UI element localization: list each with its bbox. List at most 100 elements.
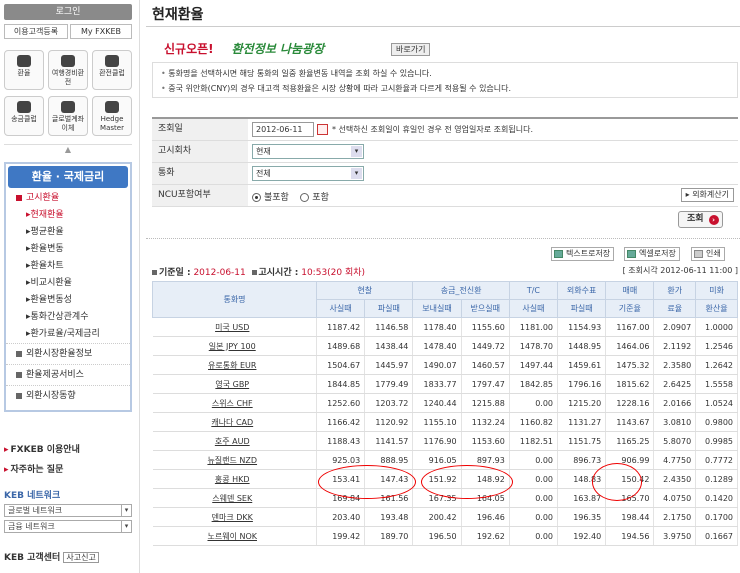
menu-item-rate-change[interactable]: ▸환율변동 xyxy=(6,241,130,258)
menu-label: 환율변동 xyxy=(30,244,64,254)
quick-club-button[interactable]: 환전클럽 xyxy=(92,50,132,90)
col-check: 외화수표 xyxy=(557,281,607,300)
remit-icon xyxy=(17,101,31,113)
mouse-icon xyxy=(105,101,119,113)
rate-cell: 1.5558 xyxy=(695,374,738,394)
menu-item-average-rate[interactable]: ▸평균환율 xyxy=(6,224,130,241)
col-currency: 통화명 xyxy=(152,281,317,318)
quick-remit-button[interactable]: 송금클럽 xyxy=(4,96,44,136)
rate-cell: 1252.60 xyxy=(316,393,366,413)
go-button[interactable]: 바로가기 xyxy=(391,43,431,56)
club-icon xyxy=(105,55,119,67)
menu-item-volatility[interactable]: ▸환율변동성 xyxy=(6,292,130,309)
sub-cash-buy: 사실때 xyxy=(315,299,366,318)
currency-link[interactable]: 유로통화 EUR xyxy=(152,355,317,375)
currency-link[interactable]: 스위스 CHF xyxy=(152,393,317,413)
table-row: 유로통화 EUR 1504.67 1445.97 1490.07 1460.57 1497… xyxy=(152,355,738,375)
rate-cell: 1842.85 xyxy=(509,374,559,394)
menu-item-correlation[interactable]: ▸통화간상관계수 xyxy=(6,309,130,326)
print-button[interactable]: 인쇄 xyxy=(691,247,725,261)
report-button[interactable]: 사고신고 xyxy=(63,552,99,563)
calc-label: 외화계산기 xyxy=(692,190,729,199)
currency-link[interactable]: 일본 JPY 100 xyxy=(152,336,317,356)
rate-cell: 1844.85 xyxy=(316,374,366,394)
rate-cell: 2.6425 xyxy=(653,374,697,394)
currency-link[interactable]: 미국 USD xyxy=(152,317,317,337)
menu-label: 고시환율 xyxy=(26,193,60,203)
collapse-toggle[interactable]: ▲ xyxy=(4,144,132,154)
calendar-icon[interactable] xyxy=(317,124,328,135)
notice-line: 통화명을 선택하시면 해당 통화의 일중 환율변동 내역을 조회 하실 수 있습… xyxy=(161,66,729,81)
quick-hedge-button[interactable]: Hedge Master xyxy=(92,96,132,136)
text-save-button[interactable]: 텍스트로저장 xyxy=(551,247,615,261)
currency-link[interactable]: 영국 GBP xyxy=(152,374,317,394)
rate-cell: 193.48 xyxy=(364,507,414,527)
currency-link[interactable]: 홍콩 HKD xyxy=(152,469,317,489)
currency-row: 통화 전체 ▾ xyxy=(152,163,738,185)
radio-label: 포함 xyxy=(312,193,329,203)
rate-cell: 1833.77 xyxy=(412,374,462,394)
finance-network-select[interactable]: 금융 네트워크 ▾ xyxy=(4,520,132,533)
menu-item-rate-service[interactable]: 환율제공서비스 xyxy=(6,364,130,385)
quick-transfer-button[interactable]: 글로벌계좌이체 xyxy=(48,96,88,136)
chevron-down-icon: ▾ xyxy=(351,146,362,157)
calculator-button[interactable]: ▸ 외화계산기 xyxy=(680,188,734,202)
login-button[interactable]: 로그인 xyxy=(4,4,132,20)
currency-link[interactable]: 뉴질랜드 NZD xyxy=(152,450,317,470)
excel-save-button[interactable]: 엑셀로저장 xyxy=(624,247,680,261)
sub-conv-rate: 료율 xyxy=(653,299,697,318)
currency-link[interactable]: 노르웨이 NOK xyxy=(152,526,317,546)
btn-label: 텍스트로저장 xyxy=(566,249,611,258)
radio-exclude[interactable] xyxy=(252,193,261,202)
highlight-circle xyxy=(318,465,416,499)
rate-cell: 0.00 xyxy=(509,469,559,489)
cs-label: KEB 고객센터 xyxy=(4,553,61,563)
menu-label: 외환시장동향 xyxy=(26,391,76,401)
sub-wire-recv: 받으실때 xyxy=(460,299,510,318)
col-tc: T/C xyxy=(508,281,559,300)
select-value: 금융 네트워크 xyxy=(8,522,55,531)
date-input[interactable]: 2012-06-11 xyxy=(252,122,314,137)
currency-select[interactable]: 전체 ▾ xyxy=(252,166,364,181)
excel-icon xyxy=(627,250,636,258)
currency-link[interactable]: 덴마크 DKK xyxy=(152,507,317,527)
sub-usd-rate: 환산율 xyxy=(695,299,738,318)
currency-link[interactable]: 캐나다 CAD xyxy=(152,412,317,432)
faq-link[interactable]: ▸ 자주하는 질문 xyxy=(4,462,63,475)
menu-item-compare[interactable]: ▸비교시환율 xyxy=(6,275,130,292)
base-date-label: 기준일 : xyxy=(159,268,191,278)
notice-line: 중국 위안화(CNY)의 경우 대고객 적용환율은 시장 상황에 따라 고시환율… xyxy=(161,81,729,96)
currency-link[interactable]: 스웨덴 SEK xyxy=(152,488,317,508)
banner[interactable]: 신규오픈! 환전정보 나눔광장 xyxy=(164,40,324,57)
quick-travel-button[interactable]: 여행경비환전 xyxy=(48,50,88,90)
currency-link[interactable]: 호주 AUD xyxy=(152,431,317,451)
global-network-select[interactable]: 글로벌 네트워크 ▾ xyxy=(4,504,132,517)
menu-item-market-trend[interactable]: 외환시장동향 xyxy=(6,385,130,406)
chevron-down-icon: ▾ xyxy=(121,521,131,532)
menu-item-rate-chart[interactable]: ▸환율차트 xyxy=(6,258,130,275)
round-select[interactable]: 현재 ▾ xyxy=(252,144,364,159)
rate-cell: 1475.32 xyxy=(605,355,655,375)
register-button[interactable]: 이용고객등록 xyxy=(4,24,68,39)
rate-cell: 1182.51 xyxy=(509,431,559,451)
cs-title: KEB 고객센터 사고신고 xyxy=(4,550,99,563)
rate-cell: 199.42 xyxy=(316,526,366,546)
rate-cell: 1188.43 xyxy=(316,431,366,451)
menu-item-notice-rate[interactable]: 고시환율 xyxy=(6,190,130,207)
query-button[interactable]: 조회 › xyxy=(678,211,723,228)
my-fxkeb-button[interactable]: My FXKEB xyxy=(70,24,132,39)
rate-cell: 1181.00 xyxy=(509,317,559,337)
rate-cell: 0.00 xyxy=(509,393,559,413)
quick-rate-button[interactable]: 환율 xyxy=(4,50,44,90)
menu-label: 비교시환율 xyxy=(30,278,72,288)
rate-cell: 1153.60 xyxy=(461,431,510,451)
menu-item-market-info[interactable]: 외환시장환율정보 xyxy=(6,343,130,364)
guide-link[interactable]: ▸ FXKEB 이용안내 xyxy=(4,442,80,455)
menu-item-current-rate[interactable]: ▸현재환율 xyxy=(6,207,130,224)
menu-item-interest[interactable]: ▸환가료율/국제금리 xyxy=(6,326,130,343)
rate-cell: 1779.49 xyxy=(364,374,414,394)
rate-cell: 3.0810 xyxy=(653,412,697,432)
quick-label: 글로벌계좌이체 xyxy=(51,115,85,132)
radio-include[interactable] xyxy=(300,193,310,202)
btn-label: 엑셀로저장 xyxy=(639,249,676,258)
